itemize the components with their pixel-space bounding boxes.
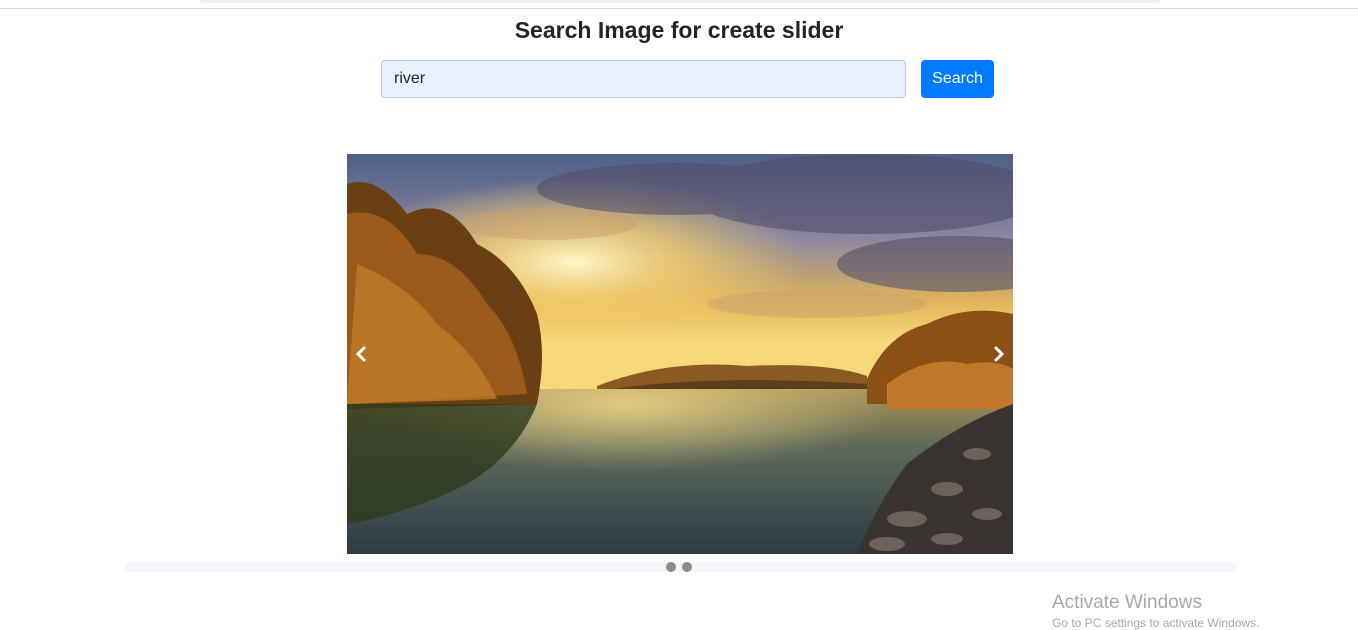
slider-indicators xyxy=(666,562,692,572)
search-input[interactable] xyxy=(381,60,906,98)
slide-image xyxy=(347,154,1013,554)
slider-dot[interactable] xyxy=(666,562,676,572)
image-slider xyxy=(347,154,1013,554)
chevron-right-icon[interactable] xyxy=(984,340,1012,368)
activation-watermark-subtitle: Go to PC settings to activate Windows. xyxy=(1052,616,1260,630)
slider-dot[interactable] xyxy=(682,562,692,572)
chevron-left-icon[interactable] xyxy=(348,340,376,368)
browser-top-edge xyxy=(0,0,1358,9)
address-bar-edge xyxy=(200,0,1160,3)
activation-watermark-title: Activate Windows xyxy=(1052,592,1202,613)
page-title: Search Image for create slider xyxy=(514,17,844,43)
search-button[interactable]: Search xyxy=(921,60,994,98)
